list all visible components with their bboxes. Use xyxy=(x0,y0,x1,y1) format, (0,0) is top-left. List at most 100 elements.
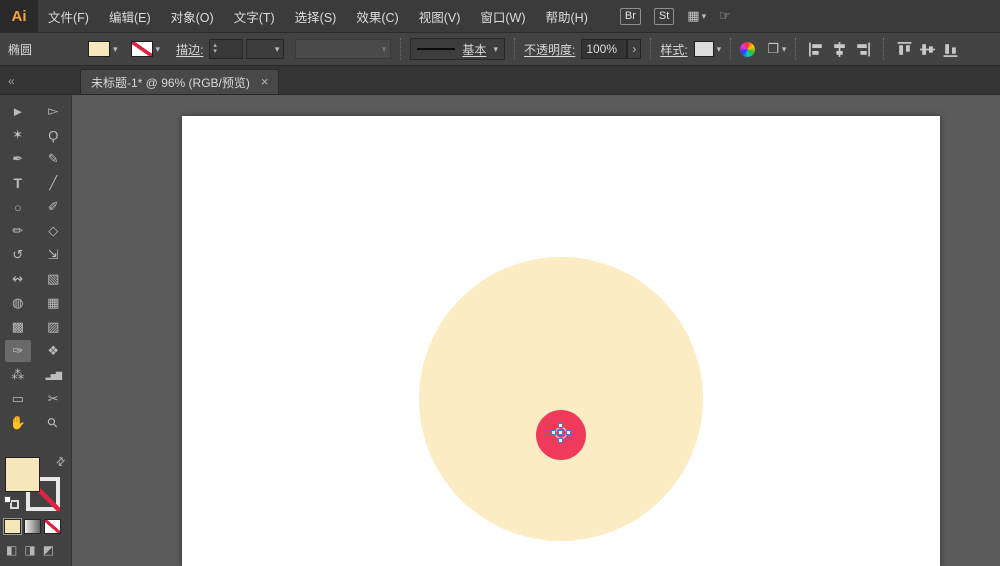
cream-circle-shape[interactable] xyxy=(419,257,703,541)
menu-select[interactable]: 选择(S) xyxy=(285,0,347,32)
gradient-tool[interactable]: ▨ xyxy=(36,315,72,339)
line-segment-tool[interactable]: ╱ xyxy=(36,171,72,195)
artboard-tool[interactable]: ▭ xyxy=(0,387,36,411)
drawing-mode-buttons: ◧ ◨ ◩ xyxy=(6,543,54,557)
menu-help[interactable]: 帮助(H) xyxy=(536,0,598,32)
stock-button[interactable]: St xyxy=(654,8,674,25)
stroke-preview-icon xyxy=(417,48,455,50)
document-tab-title: 未标题-1* @ 96% (RGB/预览) xyxy=(91,74,250,91)
gradient-mode-button[interactable] xyxy=(24,519,41,534)
magic-wand-tool[interactable]: ✶ xyxy=(0,123,36,147)
default-fill-stroke-icon[interactable] xyxy=(4,496,19,509)
stroke-weight-dropdown[interactable]: ▾ xyxy=(246,39,284,59)
divider xyxy=(883,38,884,60)
color-mode-button[interactable] xyxy=(4,519,21,534)
divider xyxy=(795,38,796,60)
selection-tool[interactable]: ► xyxy=(0,99,36,123)
free-transform-tool[interactable]: ▧ xyxy=(36,267,72,291)
tool-grid: ► ▻ ✶ Ϙ ✒ ✎ T ╱ ○ ✐ ✏ ◇ ↺ ⇲ ↭ ▧ ◍ ▦ ▩ ▨ xyxy=(0,95,71,435)
control-bar: 椭圆 ▾ ▾ 描边: ▴ ▾ ▾ ▾ 基本 ▾ 不透明度: xyxy=(0,33,1000,66)
paint-mode-buttons xyxy=(4,519,61,534)
selection-anchors xyxy=(552,424,570,442)
divider xyxy=(514,38,515,60)
fill-proxy-swatch[interactable] xyxy=(5,457,40,492)
grid-icon: ▦ xyxy=(687,8,699,24)
menu-effect[interactable]: 效果(C) xyxy=(346,0,408,32)
blend-tool[interactable]: ❖ xyxy=(36,339,72,363)
align-bottom-icon[interactable] xyxy=(942,41,959,58)
zoom-tool[interactable]: ⚲ xyxy=(36,411,72,435)
align-right-icon[interactable] xyxy=(854,41,871,58)
rotate-tool[interactable]: ↺ xyxy=(0,243,36,267)
stroke-none-swatch-icon xyxy=(131,41,153,57)
document-tab-bar: « 未标题-1* @ 96% (RGB/预览) × xyxy=(0,66,1000,95)
pencil-tool[interactable]: ✏ xyxy=(0,219,36,243)
arrange-documents-button[interactable]: ▦ ▾ xyxy=(687,8,706,24)
brush-definition-dropdown[interactable]: 基本 ▾ xyxy=(410,38,505,60)
menu-object[interactable]: 对象(O) xyxy=(161,0,224,32)
mesh-tool[interactable]: ▩ xyxy=(0,315,36,339)
anchor-handle[interactable] xyxy=(558,430,563,435)
brush-style-label: 基本 xyxy=(462,41,486,58)
hand-gesture-icon[interactable]: ☞ xyxy=(719,8,731,24)
eyedropper-tool[interactable]: ✑ xyxy=(5,340,31,362)
document-tab[interactable]: 未标题-1* @ 96% (RGB/预览) × xyxy=(80,69,279,94)
opacity-input[interactable] xyxy=(581,39,627,59)
shape-builder-tool[interactable]: ◍ xyxy=(0,291,36,315)
opacity-label[interactable]: 不透明度: xyxy=(524,41,575,58)
stroke-color-well[interactable]: ▾ xyxy=(131,41,161,57)
paintbrush-tool[interactable]: ✐ xyxy=(36,195,72,219)
red-circle-shape[interactable] xyxy=(536,410,586,460)
type-tool[interactable]: T xyxy=(0,171,36,195)
lasso-tool[interactable]: Ϙ xyxy=(36,123,72,147)
anchor-handle[interactable] xyxy=(558,438,563,443)
stepper-down-icon: ▾ xyxy=(213,49,242,55)
draw-inside-icon[interactable]: ◩ xyxy=(43,543,54,557)
align-top-icon[interactable] xyxy=(896,41,913,58)
context-label: 椭圆 xyxy=(8,41,32,58)
style-label[interactable]: 样式: xyxy=(660,41,687,58)
fill-color-well[interactable]: ▾ xyxy=(88,41,118,57)
swap-fill-stroke-icon[interactable]: ⇄ xyxy=(53,454,69,470)
anchor-handle[interactable] xyxy=(566,430,571,435)
stroke-weight-stepper[interactable]: ▴ ▾ xyxy=(209,39,243,59)
curvature-tool[interactable]: ✎ xyxy=(36,147,72,171)
align-v-center-icon[interactable] xyxy=(919,41,936,58)
menu-window[interactable]: 窗口(W) xyxy=(470,0,535,32)
width-tool[interactable]: ↭ xyxy=(0,267,36,291)
document-setup-button[interactable]: ❐ ▾ xyxy=(767,41,786,57)
hand-tool[interactable]: ✋ xyxy=(0,411,36,435)
anchor-handle[interactable] xyxy=(551,430,556,435)
stroke-weight-label[interactable]: 描边: xyxy=(176,41,203,58)
menu-file[interactable]: 文件(F) xyxy=(38,0,99,32)
align-left-icon[interactable] xyxy=(808,41,825,58)
anchor-handle[interactable] xyxy=(558,423,563,428)
divider xyxy=(650,38,651,60)
recolor-artwork-icon[interactable] xyxy=(740,42,755,57)
menu-type[interactable]: 文字(T) xyxy=(224,0,285,32)
chevron-down-icon: ▾ xyxy=(717,45,722,54)
scale-tool[interactable]: ⇲ xyxy=(36,243,72,267)
canvas[interactable] xyxy=(72,95,1000,566)
eraser-tool[interactable]: ◇ xyxy=(36,219,72,243)
close-icon[interactable]: × xyxy=(261,76,269,88)
menu-edit[interactable]: 编辑(E) xyxy=(99,0,161,32)
none-mode-button[interactable] xyxy=(44,519,61,534)
pen-tool[interactable]: ✒ xyxy=(0,147,36,171)
width-profile-dropdown: ▾ xyxy=(295,39,391,59)
draw-behind-icon[interactable]: ◨ xyxy=(24,543,35,557)
draw-normal-icon[interactable]: ◧ xyxy=(6,543,17,557)
artboard[interactable] xyxy=(182,116,940,566)
direct-selection-tool[interactable]: ▻ xyxy=(36,99,72,123)
menu-view[interactable]: 视图(V) xyxy=(409,0,471,32)
symbol-sprayer-tool[interactable]: ⁂ xyxy=(0,363,36,387)
column-graph-tool[interactable]: ▂▅▇ xyxy=(36,363,72,387)
ellipse-tool[interactable]: ○ xyxy=(0,195,36,219)
slice-tool[interactable]: ✂ xyxy=(36,387,72,411)
perspective-grid-tool[interactable]: ▦ xyxy=(36,291,72,315)
bridge-button[interactable]: Br xyxy=(620,8,641,25)
style-swatch-well[interactable]: ▾ xyxy=(694,41,722,57)
align-h-center-icon[interactable] xyxy=(831,41,848,58)
opacity-panel-arrow[interactable]: › xyxy=(627,39,641,59)
collapse-panels-icon[interactable]: « xyxy=(0,74,72,94)
